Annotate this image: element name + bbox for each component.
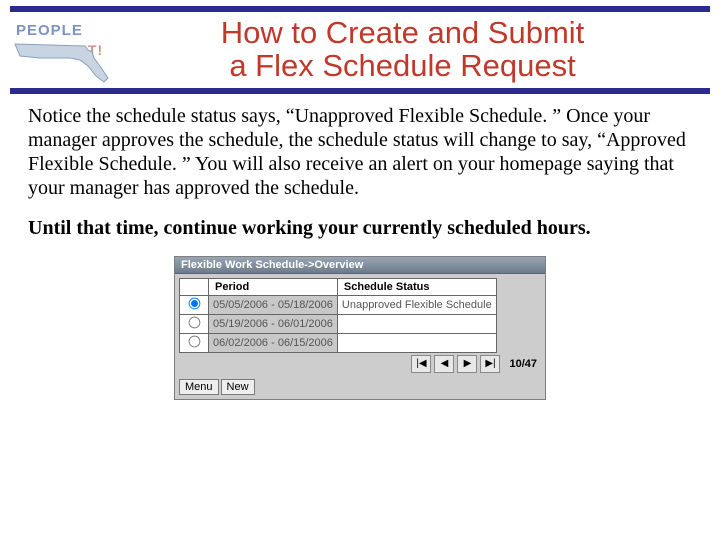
florida-map-icon	[10, 36, 125, 84]
cell-period: 05/19/2006 - 06/01/2006	[209, 315, 338, 334]
menu-button[interactable]: Menu	[179, 379, 219, 395]
new-button[interactable]: New	[221, 379, 255, 395]
title-line-2: a Flex Schedule Request	[125, 50, 680, 83]
panel-body: Period Schedule Status 05/05/2006 - 05/1…	[175, 274, 545, 377]
table-row: 06/02/2006 - 06/15/2006	[180, 334, 497, 353]
paragraph-1: Notice the schedule status says, “Unappr…	[28, 104, 692, 200]
pager-next-button[interactable]: ▶	[457, 355, 477, 373]
cell-period: 05/05/2006 - 05/18/2006	[209, 296, 338, 315]
page-title: How to Create and Submit a Flex Schedule…	[125, 17, 710, 82]
cell-status	[337, 315, 496, 334]
col-radio	[180, 279, 209, 296]
body-copy: Notice the schedule status says, “Unappr…	[0, 104, 720, 240]
period-radio[interactable]	[188, 336, 200, 348]
people-first-logo: PEOPLE FIRST!	[10, 16, 125, 84]
table-row: 05/19/2006 - 06/01/2006	[180, 315, 497, 334]
pager-last-button[interactable]: ▶|	[480, 355, 500, 373]
panel-buttons: Menu New	[175, 377, 545, 399]
pager-count: 10/47	[509, 358, 537, 370]
flexible-schedule-overview-panel: Flexible Work Schedule->Overview Period …	[174, 256, 546, 400]
panel-title: Flexible Work Schedule->Overview	[175, 257, 545, 274]
cell-status	[337, 334, 496, 353]
title-line-1: How to Create and Submit	[125, 17, 680, 50]
pager-first-button[interactable]: |◀	[411, 355, 431, 373]
paragraph-2: Until that time, continue working your c…	[28, 216, 692, 240]
cell-period: 06/02/2006 - 06/15/2006	[209, 334, 338, 353]
title-underline	[10, 88, 710, 94]
pager: |◀ ◀ ▶ ▶| 10/47	[179, 353, 541, 373]
schedule-table: Period Schedule Status 05/05/2006 - 05/1…	[179, 278, 497, 353]
pager-prev-button[interactable]: ◀	[434, 355, 454, 373]
period-radio[interactable]	[188, 298, 200, 310]
cell-status: Unapproved Flexible Schedule	[337, 296, 496, 315]
period-radio[interactable]	[188, 317, 200, 329]
col-period: Period	[209, 279, 338, 296]
col-status: Schedule Status	[337, 279, 496, 296]
table-header-row: Period Schedule Status	[180, 279, 497, 296]
table-row: 05/05/2006 - 05/18/2006 Unapproved Flexi…	[180, 296, 497, 315]
header: PEOPLE FIRST! How to Create and Submit a…	[0, 12, 720, 84]
